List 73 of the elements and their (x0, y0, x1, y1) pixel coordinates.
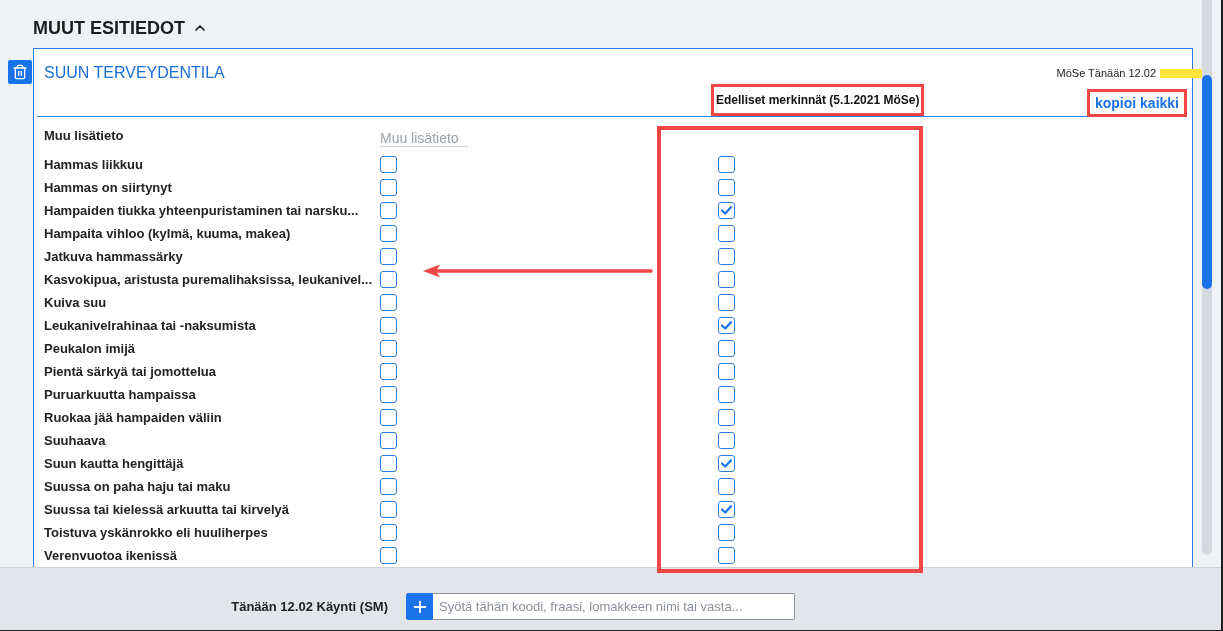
checkbox[interactable] (380, 294, 397, 311)
search-field[interactable]: Syötä tähän koodi, fraasi, lomakkeen nimi tai vasta... (433, 593, 795, 620)
checkbox[interactable] (718, 501, 735, 518)
checkbox[interactable] (380, 340, 397, 357)
marker-strip-icon (1160, 68, 1203, 78)
column-heading: Edelliset merkinnät (5.1.2021 MöSe) (716, 93, 920, 107)
section-title: MUUT ESITIEDOT (33, 17, 185, 40)
checkbox[interactable] (718, 294, 735, 311)
checkbox[interactable] (718, 317, 735, 334)
checkbox-label: Ruokaa jää hampaiden väliin (44, 409, 223, 426)
checkbox-label: Kasvokipua, aristusta puremalihaksissa, leukanivel... (44, 271, 374, 288)
checkbox[interactable] (718, 363, 735, 380)
checkbox[interactable] (718, 179, 735, 196)
checkbox[interactable] (718, 478, 735, 495)
checkbox-label: Verenvuotoa ikenissä (44, 547, 178, 564)
visit-label: Tänään 12.02 Käynti (SM) (231, 598, 388, 616)
checkbox[interactable] (380, 455, 397, 472)
delete-button[interactable] (8, 60, 32, 84)
checkbox[interactable] (380, 202, 397, 219)
input-field[interactable]: Muu lisätieto (380, 129, 468, 147)
checkbox[interactable] (380, 271, 397, 288)
checkbox[interactable] (718, 547, 735, 564)
checkbox[interactable] (380, 248, 397, 265)
checkbox[interactable] (380, 317, 397, 334)
checkbox[interactable] (718, 156, 735, 173)
checkbox-label: Pientä särkyä tai jomottelua (44, 363, 217, 380)
checkbox[interactable] (380, 363, 397, 380)
field-label: Muu lisätieto (44, 128, 125, 144)
form-title: SUUN TERVEYDENTILA (44, 63, 225, 83)
checkbox-label: Leukanivelrahinaa tai -naksumista (44, 317, 257, 334)
checkbox-label: Suuhaava (44, 432, 107, 449)
checkbox-label: Hampaita vihloo (kylmä, kuuma, makea) (44, 225, 292, 242)
checkbox-label: Suussa on paha haju tai maku (44, 478, 232, 495)
checkbox-label: Hammas on siirtynyt (44, 179, 173, 196)
checkbox-label: Kuiva suu (44, 294, 108, 311)
add-button[interactable] (406, 593, 433, 620)
checkmark-icon (721, 206, 732, 215)
checkbox[interactable] (718, 386, 735, 403)
checkmark-icon (721, 459, 732, 468)
checkbox[interactable] (380, 501, 397, 518)
checkbox[interactable] (718, 248, 735, 265)
checkbox[interactable] (380, 524, 397, 541)
checkbox[interactable] (380, 179, 397, 196)
checkbox[interactable] (380, 386, 397, 403)
checkbox[interactable] (718, 271, 735, 288)
checkbox[interactable] (380, 409, 397, 426)
checkbox[interactable] (380, 225, 397, 242)
checkbox[interactable] (380, 156, 397, 173)
checkbox-label: Peukalon imijä (44, 340, 137, 357)
checkbox[interactable] (718, 432, 735, 449)
checkbox[interactable] (718, 524, 735, 541)
checkbox-label: Suussa tai kielessä arkuutta tai kirvelyä (44, 501, 290, 518)
checkbox[interactable] (718, 202, 735, 219)
checkbox[interactable] (380, 432, 397, 449)
trash-icon (12, 64, 28, 80)
checkbox-label: Jatkuva hammassärky (44, 248, 184, 265)
scrollbar-thumb[interactable] (1202, 75, 1212, 289)
checkbox[interactable] (718, 409, 735, 426)
author-date-text: MöSe Tänään 12.02 (1056, 66, 1156, 80)
checkbox-label: Hampaiden tiukka yhteenpuristaminen tai narsku... (44, 202, 360, 219)
checkbox[interactable] (718, 455, 735, 472)
checkbox[interactable] (718, 340, 735, 357)
checkmark-icon (721, 505, 732, 514)
checkbox[interactable] (380, 478, 397, 495)
checkbox[interactable] (380, 547, 397, 564)
checkbox-label: Hammas liikkuu (44, 156, 144, 173)
copy-all-link[interactable]: kopioi kaikki (1094, 95, 1179, 111)
checkbox-label: Toistuva yskänrokko eli huuliherpes (44, 524, 269, 541)
checkbox[interactable] (718, 225, 735, 242)
scrollbar-track[interactable] (1202, 0, 1212, 555)
checkmark-icon (721, 321, 732, 330)
checkbox-label: Suun kautta hengittäjä (44, 455, 185, 472)
checkbox-label: Puruarkuutta hampaissa (44, 386, 197, 403)
